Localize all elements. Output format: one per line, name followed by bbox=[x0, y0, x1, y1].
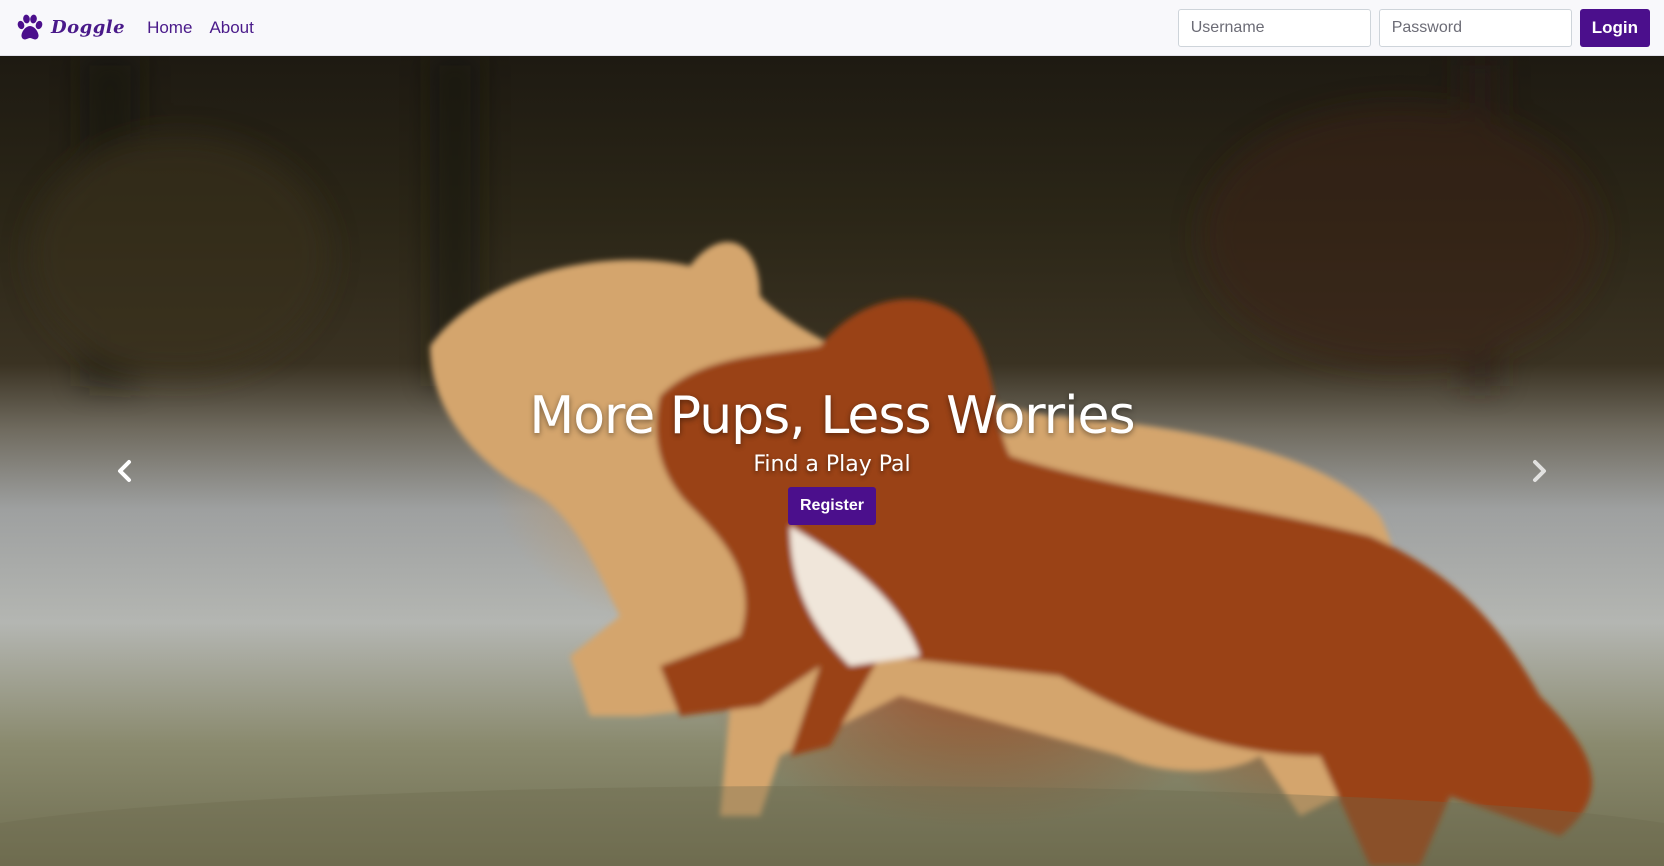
nav-link-about[interactable]: About bbox=[209, 18, 253, 38]
hero-title: More Pups, Less Worries bbox=[529, 386, 1135, 446]
carousel-caption: More Pups, Less Worries Find a Play Pal … bbox=[0, 386, 1664, 525]
hero-carousel: More Pups, Less Worries Find a Play Pal … bbox=[0, 56, 1664, 866]
nav-links: Home About bbox=[147, 18, 271, 38]
navbar: Doggle Home About Login bbox=[0, 0, 1664, 56]
brand-name: Doggle bbox=[51, 17, 126, 38]
register-button[interactable]: Register bbox=[787, 487, 877, 525]
nav-link-home[interactable]: Home bbox=[147, 18, 192, 38]
login-button[interactable]: Login bbox=[1579, 8, 1650, 47]
hero-subtitle: Find a Play Pal bbox=[753, 452, 911, 477]
paw-icon bbox=[17, 14, 43, 39]
brand-logo[interactable]: Doggle bbox=[14, 12, 125, 44]
username-input[interactable] bbox=[1177, 8, 1371, 47]
password-input[interactable] bbox=[1378, 8, 1572, 47]
login-form: Login bbox=[1177, 8, 1650, 47]
